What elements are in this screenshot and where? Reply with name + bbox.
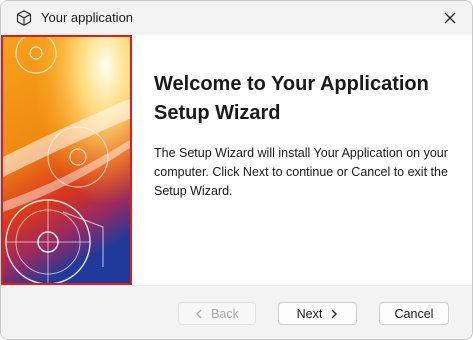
window-title: Your application bbox=[41, 10, 134, 25]
banner-artwork bbox=[3, 37, 130, 283]
chevron-left-icon bbox=[196, 309, 202, 318]
back-button-label: Back bbox=[211, 306, 239, 321]
next-button[interactable]: Next bbox=[278, 302, 357, 325]
welcome-heading: Welcome to Your Application Setup Wizard bbox=[154, 73, 429, 124]
close-button[interactable] bbox=[434, 3, 466, 33]
wizard-side-banner bbox=[1, 35, 132, 285]
next-button-label: Next bbox=[296, 306, 323, 321]
cancel-button[interactable]: Cancel bbox=[379, 302, 449, 325]
close-icon bbox=[444, 12, 456, 24]
chevron-right-icon bbox=[331, 309, 338, 318]
setup-wizard-window: Your application Welcome to Your Applica… bbox=[0, 0, 473, 340]
wizard-content: Welcome to Your Application Setup Wizard… bbox=[132, 35, 472, 285]
welcome-description: The Setup Wizard will install Your Appli… bbox=[154, 146, 448, 198]
back-button[interactable]: Back bbox=[178, 302, 256, 325]
button-bar: Back Next Cancel bbox=[1, 285, 472, 339]
title-bar: Your application bbox=[1, 1, 472, 35]
app-cube-icon bbox=[15, 9, 33, 27]
cancel-button-label: Cancel bbox=[394, 306, 434, 321]
